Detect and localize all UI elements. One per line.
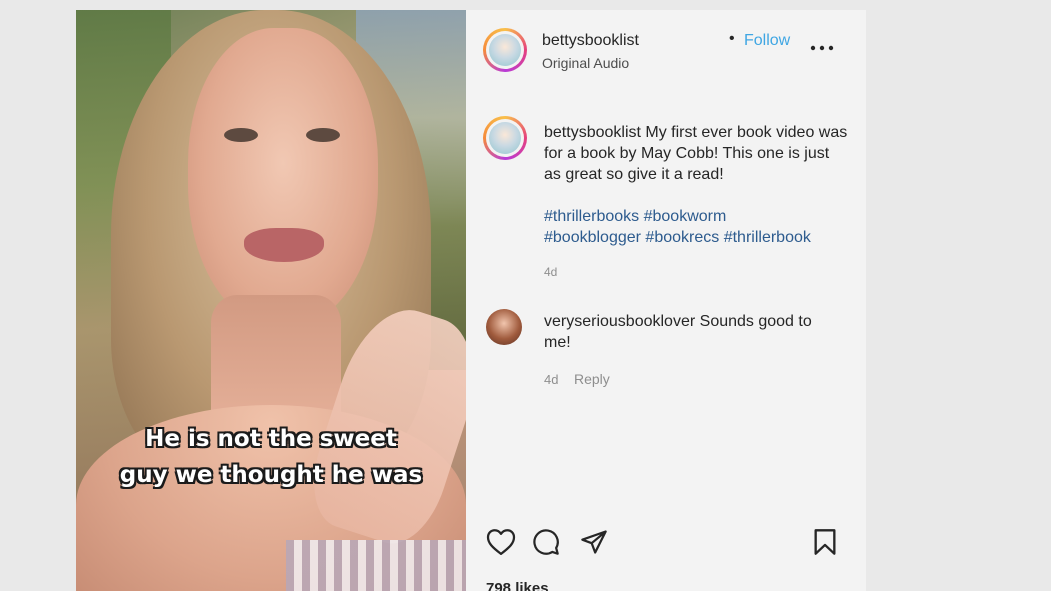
page: He is not the sweet guy we thought he wa… [0, 0, 1051, 591]
audio-label[interactable]: Original Audio [542, 55, 629, 71]
hashtag-link[interactable]: #bookblogger [544, 229, 641, 246]
post-video[interactable]: He is not the sweet guy we thought he wa… [76, 10, 466, 591]
reply-button[interactable]: Reply [574, 371, 610, 387]
like-button[interactable] [486, 528, 516, 561]
likes-count[interactable]: 798 likes [486, 580, 549, 591]
share-button[interactable] [580, 528, 608, 561]
person-top [286, 540, 466, 591]
post-dialog: He is not the sweet guy we thought he wa… [76, 10, 866, 591]
share-icon [581, 530, 607, 554]
video-caption-overlay: He is not the sweet guy we thought he wa… [76, 421, 466, 493]
comment-timestamp[interactable]: 4d [544, 372, 558, 387]
author-username[interactable]: bettysbooklist [542, 32, 639, 50]
caption-author-avatar[interactable] [483, 116, 527, 160]
more-options-icon[interactable] [810, 38, 838, 56]
comment-button[interactable] [532, 528, 560, 561]
save-button[interactable] [812, 528, 838, 561]
header-separator: • [729, 30, 735, 47]
follow-button[interactable]: Follow [744, 32, 790, 50]
post-details-panel: bettysbooklist • Follow Original Audio b… [466, 10, 866, 591]
caption-timestamp[interactable]: 4d [544, 265, 557, 279]
bookmark-icon [814, 529, 836, 555]
comment-username[interactable]: veryseriousbooklover [544, 313, 695, 330]
post-action-bar [466, 528, 866, 568]
hashtag-link[interactable]: #bookworm [644, 208, 727, 225]
hashtag-link[interactable]: #thrillerbooks [544, 208, 639, 225]
caption-hashtags: #thrillerbooks #bookworm #bookblogger #b… [544, 206, 849, 248]
person-face [188, 28, 378, 328]
author-avatar-image [489, 34, 521, 66]
person-eye-right [306, 128, 340, 142]
person-mouth [244, 228, 324, 262]
more-options-icon [810, 45, 834, 51]
video-caption-line: guy we thought he was [119, 462, 423, 488]
comment-icon [533, 529, 559, 555]
video-caption-line: He is not the sweet [145, 426, 397, 452]
hashtag-link[interactable]: #bookrecs [645, 229, 719, 246]
comment-text-block: veryseriousbooklover Sounds good to me! [544, 311, 814, 353]
hashtag-link[interactable]: #thrillerbook [724, 229, 811, 246]
caption-author-avatar-image [489, 122, 521, 154]
caption-username[interactable]: bettysbooklist [544, 124, 641, 141]
commenter-avatar[interactable] [486, 309, 522, 345]
person-eye-left [224, 128, 258, 142]
author-avatar[interactable] [483, 28, 527, 72]
heart-icon [486, 529, 516, 555]
post-caption: bettysbooklist My first ever book video … [544, 122, 849, 185]
